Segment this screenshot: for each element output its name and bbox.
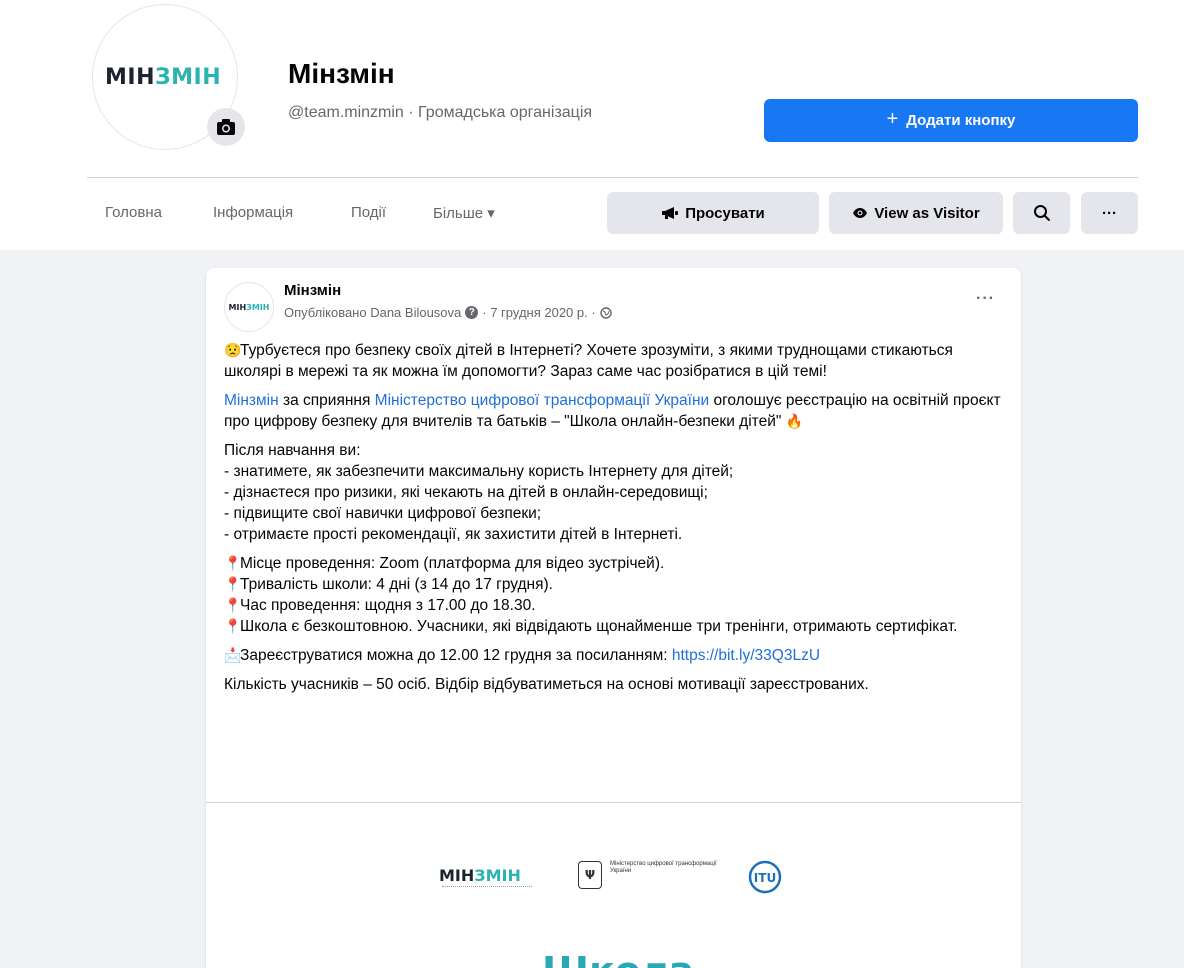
view-as-visitor-button[interactable]: View as Visitor <box>829 192 1003 234</box>
promote-button[interactable]: Просувати <box>607 192 819 234</box>
promote-label: Просувати <box>685 204 765 222</box>
header-divider <box>87 177 1138 178</box>
pushpin-icon: 📍 <box>224 555 242 571</box>
post-published-by: Опубліковано Dana Bilousova <box>284 305 462 320</box>
megaphone-icon <box>662 207 679 219</box>
itu-logo-icon: ITU <box>748 860 782 894</box>
fire-icon: 🔥 <box>785 413 804 429</box>
search-button[interactable] <box>1013 192 1070 234</box>
post-card: МІН ЗМІН Мінзмін Опубліковано Dana Bilous… <box>206 268 1021 968</box>
tab-info[interactable]: Інформація <box>213 204 293 221</box>
more-options-button[interactable]: ··· <box>1081 192 1138 234</box>
view-as-visitor-label: View as Visitor <box>874 204 980 222</box>
question-icon[interactable]: ? <box>465 306 479 319</box>
trident-icon: Ψ <box>578 861 602 889</box>
pin-item: Тривалість школи: 4 дні (з 14 до 17 груд… <box>240 576 553 593</box>
post-more-icon[interactable]: ··· <box>976 290 995 308</box>
eye-icon <box>853 208 868 218</box>
pin-item: Час проведення: щодня з 17.00 до 18.30. <box>240 597 536 614</box>
plus-icon: + <box>886 108 899 130</box>
pin-item: Школа є безкоштовною. Учасники, які відв… <box>240 618 958 635</box>
post-image[interactable]: МІНЗМІН Ψ Міністерство цифрової трансфор… <box>206 803 1021 968</box>
add-button-label: Додати кнопку <box>906 112 1016 129</box>
pushpin-icon: 📍 <box>224 618 242 634</box>
minzmin-logo: МІНЗМІН <box>105 65 222 90</box>
tab-events[interactable]: Події <box>351 204 386 221</box>
ministry-logo-text: Міністерство цифрової трансформації Укра… <box>610 861 717 874</box>
post-text: 😟Турбуєтеся про безпеку своїх дітей в Ін… <box>224 340 1006 703</box>
post-author-avatar[interactable]: МІН ЗМІН <box>224 282 274 332</box>
worried-face-icon: 😟 <box>224 342 242 358</box>
list-item: - знатимете, як забезпечити максимальну … <box>224 463 734 480</box>
minzmin-link[interactable]: Мінзмін <box>224 392 279 409</box>
post-date[interactable]: · 7 грудня 2020 р. · <box>482 305 595 320</box>
svg-text:ITU: ITU <box>754 871 776 885</box>
page-title: Мінзмін <box>288 58 395 89</box>
register-link[interactable]: https://bit.ly/33Q3LzU <box>672 647 820 664</box>
ministry-link[interactable]: Міністерство цифрової трансформації Укра… <box>375 392 709 409</box>
post-author-name[interactable]: Мінзмін <box>284 282 341 299</box>
page-header: МІНЗМІН Мінзмін @team.minzmin · Громадсь… <box>0 0 1184 250</box>
logo-tagline-line <box>442 886 532 890</box>
list-item: - підвищите свої навички цифрової безпек… <box>224 505 542 522</box>
participants-text: Кількість учасників – 50 осіб. Відбір ві… <box>224 676 869 693</box>
post-meta: Опубліковано Dana Bilousova ? · 7 грудня… <box>284 305 612 320</box>
search-icon <box>1033 205 1050 221</box>
page-subtitle: @team.minzmin · Громадська організація <box>288 104 593 121</box>
list-item: - дізнаєтеся про ризики, які чекають на … <box>224 484 708 501</box>
school-heading: Школа <box>542 949 694 968</box>
add-button[interactable]: + Додати кнопку <box>764 99 1138 142</box>
pin-item: Місце проведення: Zoom (платформа для ві… <box>240 555 665 572</box>
pushpin-icon: 📍 <box>224 576 242 592</box>
tab-more[interactable]: Більше ▾ <box>433 204 495 222</box>
camera-icon[interactable] <box>207 108 245 146</box>
more-dots-icon: ··· <box>1102 204 1117 222</box>
list-item: - отримаєте прості рекомендації, як захи… <box>224 526 683 543</box>
pushpin-icon: 📍 <box>224 597 242 613</box>
globe-icon <box>599 306 612 319</box>
list-title: Після навчання ви: <box>224 442 361 459</box>
envelope-icon: 📩 <box>224 647 242 663</box>
tab-home[interactable]: Головна <box>105 204 162 221</box>
minzmin-image-logo: МІНЗМІН <box>439 866 521 885</box>
